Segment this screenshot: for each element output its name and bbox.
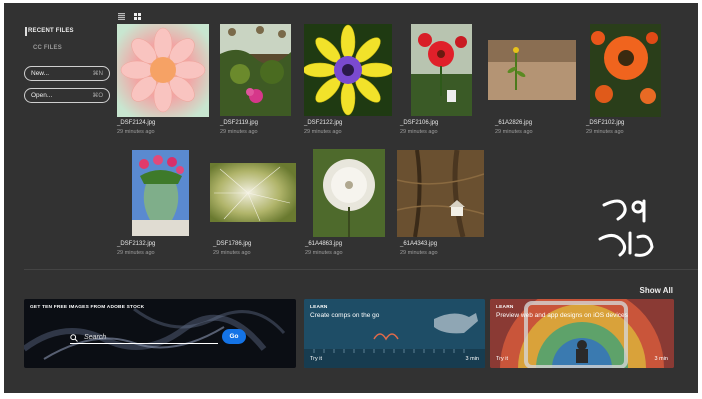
learn-card-title: Preview web and app designs on iOS devic… [496, 312, 628, 319]
file-time: 29 minutes ago [400, 129, 438, 135]
file-time: 29 minutes ago [586, 129, 624, 135]
section-divider [24, 269, 698, 270]
file-name: _DSF2132.jpg [117, 241, 156, 247]
go-button-label: Go [229, 333, 239, 340]
file-name: _DSF2122.jpg [304, 120, 343, 126]
grid-view-icon[interactable] [134, 13, 141, 20]
go-button[interactable]: Go [222, 329, 246, 344]
file-thumbnail[interactable] [220, 24, 291, 116]
file-time: 29 minutes ago [304, 129, 342, 135]
learn-card-title: Create comps on the go [310, 312, 380, 319]
file-thumbnail[interactable] [313, 149, 385, 237]
open-shortcut: ⌘O [92, 93, 103, 99]
show-all-link[interactable]: Show All [640, 286, 673, 295]
file-time: 29 minutes ago [305, 250, 343, 256]
open-button[interactable]: Open... ⌘O [24, 88, 110, 103]
file-name: _61A2826.jpg [495, 120, 533, 126]
file-thumbnail[interactable] [132, 150, 189, 236]
learn-card-duration: 3 min [465, 356, 479, 362]
adobe-stock-card[interactable]: GET TEN FREE IMAGES FROM ADOBE STOCK Sea… [24, 299, 296, 368]
sidebar-item-cc-files[interactable]: CC FILES [33, 45, 62, 51]
file-thumbnail[interactable] [411, 24, 472, 116]
sidebar-item-recent-files[interactable]: RECENT FILES [25, 27, 74, 36]
file-name: _DSF2119.jpg [220, 120, 258, 126]
learn-card[interactable]: LEARN Create comps on the go Try it 3 mi… [304, 299, 485, 368]
file-name: _DSF1786.jpg [213, 241, 252, 247]
learn-card-duration: 3 min [654, 356, 668, 362]
file-time: 29 minutes ago [220, 129, 258, 135]
new-button[interactable]: New... ⌘N [24, 66, 110, 81]
learn-card-tag: LEARN [310, 305, 328, 310]
file-thumbnail[interactable] [304, 24, 392, 116]
file-time: 29 minutes ago [400, 250, 438, 256]
file-thumbnail[interactable] [397, 150, 484, 237]
learn-card-tag: LEARN [496, 305, 514, 310]
search-icon [70, 333, 78, 342]
learn-card[interactable]: LEARN Preview web and app designs on iOS… [490, 299, 674, 368]
stock-search-placeholder: Search [84, 334, 107, 341]
file-thumbnail[interactable] [488, 40, 576, 100]
file-time: 29 minutes ago [213, 250, 251, 256]
file-thumbnail[interactable] [117, 24, 209, 117]
try-it-link[interactable]: Try it [310, 356, 322, 362]
file-name: _DSF2102.jpg [586, 120, 625, 126]
file-name: _DSF2106.jpg [400, 120, 439, 126]
file-thumbnail[interactable] [590, 24, 661, 117]
new-shortcut: ⌘N [92, 71, 103, 77]
watermark-logo [598, 199, 654, 257]
stock-card-title: GET TEN FREE IMAGES FROM ADOBE STOCK [30, 305, 145, 310]
list-view-icon[interactable] [118, 13, 125, 20]
file-name: _DSF2124.jpg [117, 120, 156, 126]
new-button-label: New... [31, 70, 50, 77]
file-time: 29 minutes ago [117, 129, 155, 135]
file-name: _61A4863.jpg [305, 241, 343, 247]
file-time: 29 minutes ago [117, 250, 155, 256]
sidebar: RECENT FILES CC FILES New... ⌘N Open... … [4, 3, 112, 265]
file-thumbnail[interactable] [210, 163, 296, 222]
file-time: 29 minutes ago [495, 129, 533, 135]
open-button-label: Open... [31, 92, 53, 99]
file-name: _61A4343.jpg [400, 241, 438, 247]
try-it-link[interactable]: Try it [496, 356, 508, 362]
stock-search-field[interactable]: Search [70, 332, 218, 344]
photoshop-start-screen: RECENT FILES CC FILES New... ⌘N Open... … [4, 3, 698, 393]
